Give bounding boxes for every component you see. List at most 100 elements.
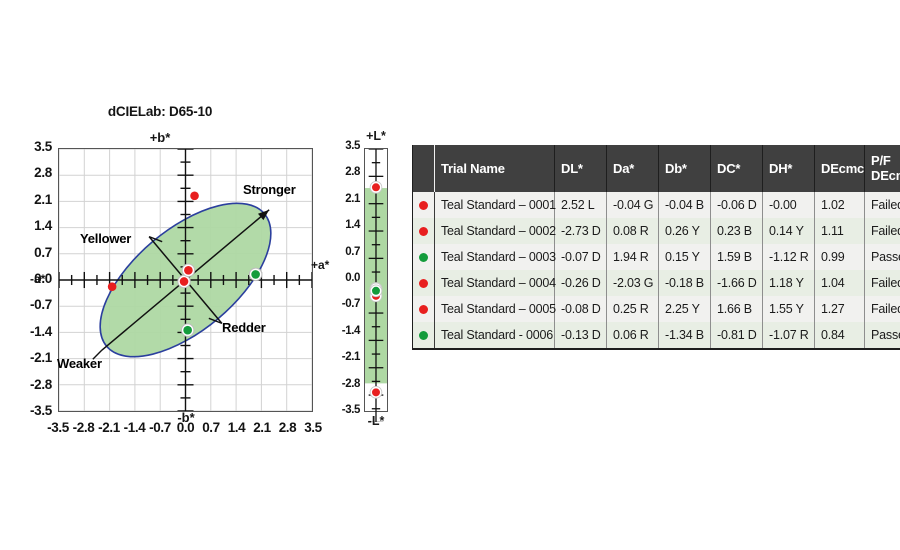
column-header-dc: DC* (710, 145, 763, 192)
cell-decmc: 1.04 (814, 270, 865, 296)
cell-da: 0.06 R (606, 322, 659, 350)
lightness-tick-label: -2.8 (341, 377, 361, 390)
x-tick-label: 3.5 (304, 420, 322, 435)
cell-trial-name: Teal Standard – 0001 (434, 192, 556, 218)
y-tick-label: 3.5 (34, 139, 52, 154)
lightness-tick-label: 1.4 (345, 219, 360, 232)
lightness-tick-label: -0.7 (341, 298, 361, 311)
cell-db: 0.26 Y (658, 218, 711, 244)
cell-pass-fail: Passed (864, 244, 900, 270)
column-header-dh: DH* (762, 145, 815, 192)
column-header-pf-decmc: P/FDEcmc (864, 145, 900, 192)
table-body: Teal Standard – 0001 2.52 L -0.04 G -0.04 B… (412, 192, 900, 350)
lightness-tick-label: -1.4 (341, 324, 361, 337)
lightness-tick-label: 2.8 (345, 166, 360, 179)
lightness-bar-panel: +L* 3.5 2.8 2.1 1.4 0.7 0.0 -0.7 -1.4 -2.1 -2.8 -3… (330, 128, 400, 448)
cell-dc: 0.23 B (710, 218, 763, 244)
lightness-tick-label: -3.5 (341, 404, 361, 416)
cell-db: 0.15 Y (658, 244, 711, 270)
cell-da: -2.03 G (606, 270, 659, 296)
cell-decmc: 0.84 (814, 322, 865, 350)
column-header-decmc: DEcmc (814, 145, 865, 192)
cell-db: 2.25 Y (658, 296, 711, 322)
cell-dc: -0.06 D (710, 192, 763, 218)
cell-trial-name: Teal Standard – 0004 (434, 270, 556, 296)
status-dot-cell (412, 218, 435, 244)
table-row[interactable]: Teal Standard – 0002 -2.73 D 0.08 R 0.26 Y0… (412, 218, 900, 244)
cell-dh: 0.14 Y (762, 218, 815, 244)
cell-pass-fail: Failed (864, 218, 900, 244)
cell-dh: -1.12 R (762, 244, 815, 270)
cell-da: 0.08 R (606, 218, 659, 244)
cell-decmc: 1.27 (814, 296, 865, 322)
lightness-bar-area (364, 148, 388, 412)
column-header-dl: DL* (554, 145, 607, 192)
status-dot-cell (412, 296, 435, 322)
table-row[interactable]: Teal Standard – 0004 -0.26 D -2.03 G -0.18 … (412, 270, 900, 296)
table-header-row: Trial Name DL* Da* Db* DC* DH* DEcmc P/F… (412, 145, 900, 192)
cell-pass-fail: Failed (864, 296, 900, 322)
cell-decmc: 1.11 (814, 218, 865, 244)
cell-da: -0.04 G (606, 192, 659, 218)
cell-dl: -0.08 D (554, 296, 607, 322)
lightness-tick-label: 3.5 (345, 140, 360, 152)
results-table: Trial Name DL* Da* Db* DC* DH* DEcmc P/F… (412, 145, 900, 350)
cell-dl: -2.73 D (554, 218, 607, 244)
chart-title: dCIELab: D65-10 (107, 104, 213, 119)
lightness-tick-label: 0.0 (345, 272, 360, 284)
cell-dl: 2.52 L (554, 192, 607, 218)
cell-dl: -0.07 D (554, 244, 607, 270)
y-tick-label: -2.8 (29, 376, 52, 392)
cell-dc: -0.81 D (710, 322, 763, 350)
y-tick-label: 0.7 (34, 244, 52, 260)
lightness-tick-labels: 3.5 2.8 2.1 1.4 0.7 0.0 -0.7 -1.4 -2.1 -2.8 -3.5 (330, 140, 361, 416)
lightness-bar-svg (365, 149, 387, 422)
pf-header-line2: DEcmc (871, 168, 900, 183)
fail-status-icon (419, 201, 428, 211)
column-header-status (412, 145, 435, 192)
axis-label-plus-L: +L* (366, 129, 386, 143)
cell-dc: -1.66 D (710, 270, 763, 296)
cell-dh: 1.18 Y (762, 270, 815, 296)
axis-label-minus-a: -a* (30, 272, 46, 286)
column-header-da: Da* (606, 145, 659, 192)
cell-dh: 1.55 Y (762, 296, 815, 322)
cell-db: -0.04 B (658, 192, 711, 218)
y-tick-label: -1.4 (29, 323, 52, 339)
table-row[interactable]: Teal Standard – 0003 -0.07 D 1.94 R 0.15 Y1… (412, 244, 900, 270)
lightness-tick-label: 0.7 (345, 245, 360, 258)
annotation-redder: Redder (222, 320, 266, 335)
cell-dh: -0.00 (762, 192, 815, 218)
cell-dl: -0.26 D (554, 270, 607, 296)
annotation-weaker: Weaker (57, 356, 102, 371)
annotation-stronger: Stronger (243, 182, 296, 197)
cell-trial-name: Teal Standard - 0006 (434, 322, 555, 350)
cell-trial-name: Teal Standard – 0003 (434, 244, 556, 270)
fail-status-icon (419, 305, 428, 315)
y-tick-label: 2.1 (34, 191, 52, 207)
y-tick-label: 1.4 (34, 218, 52, 234)
axis-label-plus-b: +b* (149, 130, 171, 145)
cell-trial-name: Teal Standard – 0005 (434, 296, 556, 322)
status-dot-cell (412, 192, 435, 218)
results-table-container: Trial Name DL* Da* Db* DC* DH* DEcmc P/F… (412, 145, 900, 350)
cell-dc: 1.66 B (710, 296, 763, 322)
pass-status-icon (419, 331, 428, 341)
y-tick-label: -2.1 (29, 350, 52, 366)
table-row[interactable]: Teal Standard – 0001 2.52 L -0.04 G -0.04 B… (412, 192, 900, 218)
status-dot-cell (412, 322, 435, 350)
table-row[interactable]: Teal Standard - 0006 -0.13 D 0.06 R -1.34 B… (412, 322, 900, 350)
cell-trial-name: Teal Standard – 0002 (434, 218, 556, 244)
table-row[interactable]: Teal Standard – 0005 -0.08 D 0.25 R 2.25 Y1… (412, 296, 900, 322)
axis-label-plus-a: +a* (311, 258, 330, 272)
cell-pass-fail: Passed (864, 322, 900, 350)
y-tick-label: -3.5 (29, 403, 52, 418)
fail-status-icon (419, 279, 428, 289)
cell-dl: -0.13 D (554, 322, 607, 350)
column-header-db: Db* (658, 145, 711, 192)
cell-dh: -1.07 R (762, 322, 815, 350)
cell-decmc: 1.02 (814, 192, 865, 218)
cell-da: 0.25 R (606, 296, 659, 322)
cell-da: 1.94 R (606, 244, 659, 270)
status-dot-cell (412, 270, 435, 296)
